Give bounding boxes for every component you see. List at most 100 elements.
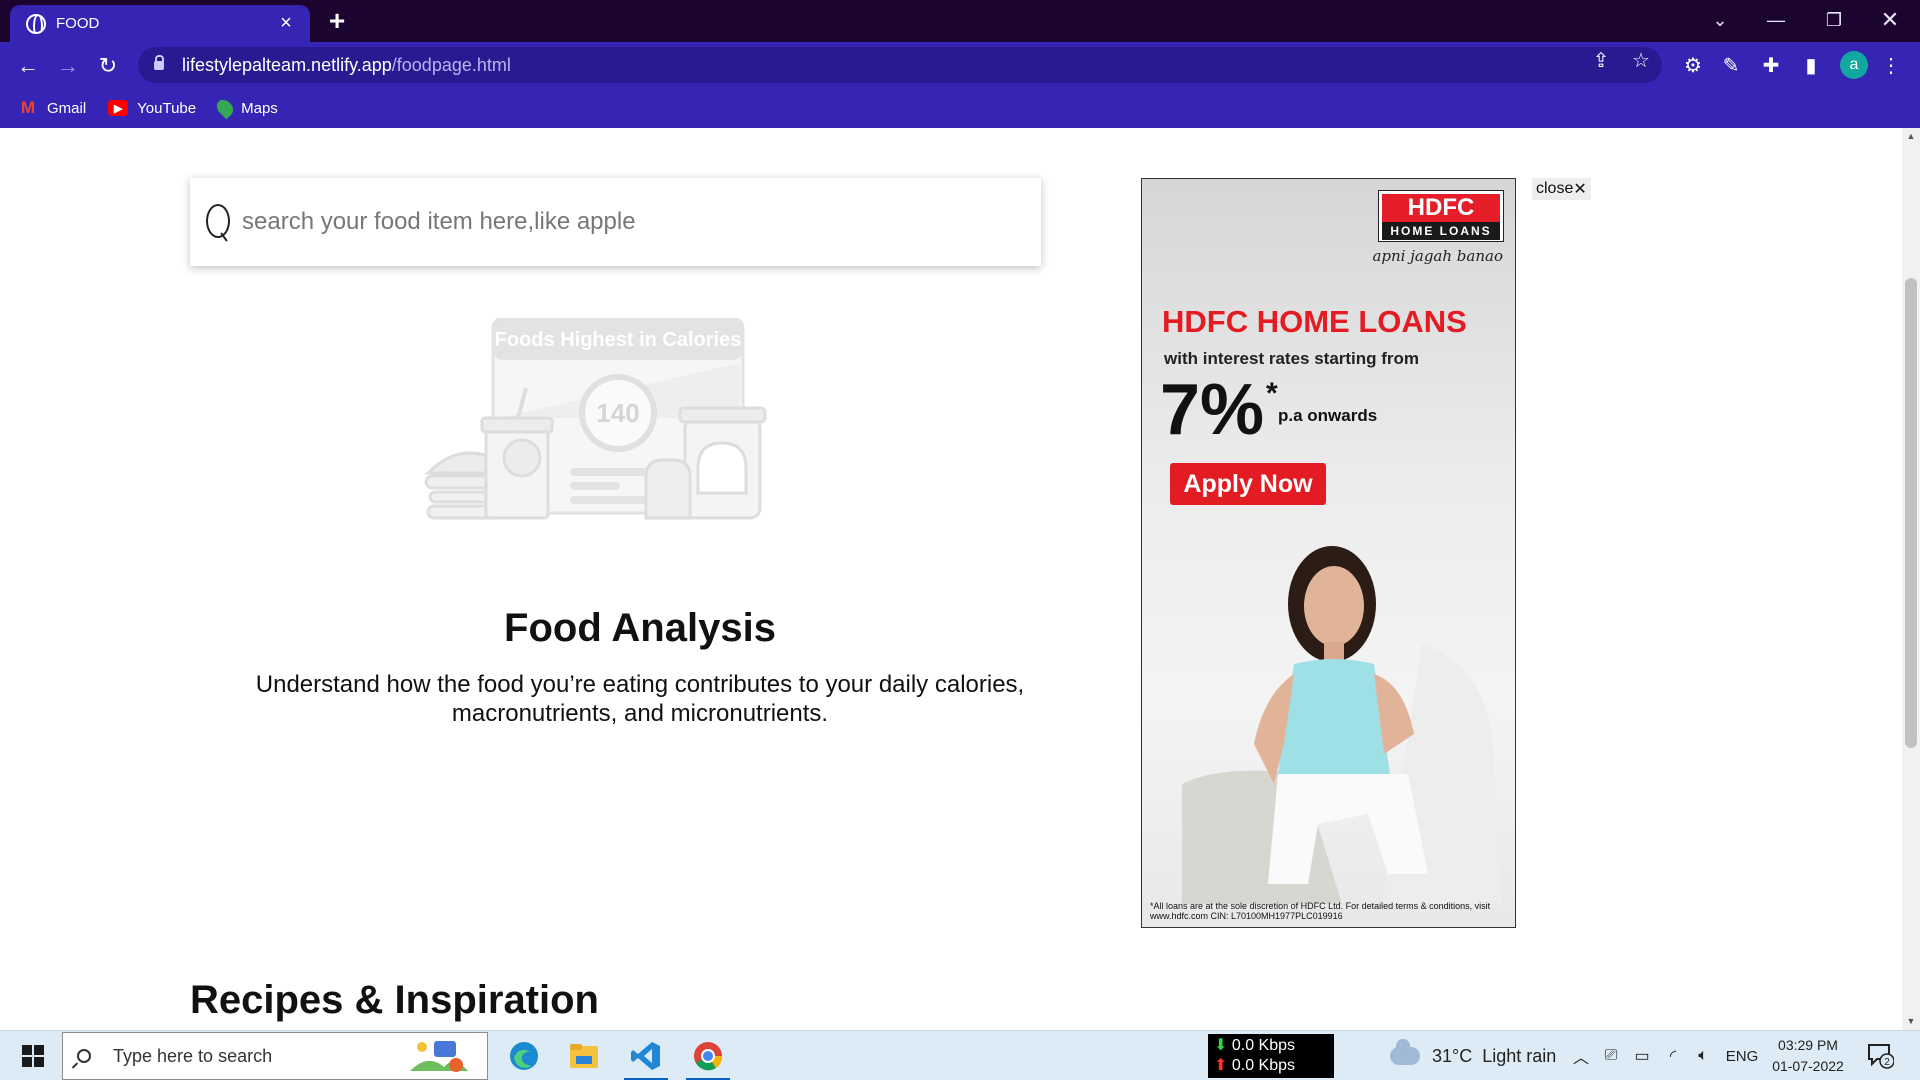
- profile-avatar[interactable]: a: [1840, 51, 1868, 79]
- lock-icon: [154, 54, 164, 70]
- bookmark-star-icon[interactable]: ☆: [1628, 48, 1654, 73]
- forward-button[interactable]: →: [52, 50, 84, 82]
- battery-icon[interactable]: ▭: [1628, 1031, 1656, 1080]
- close-icon: ✕: [1573, 181, 1587, 198]
- description-line: Understand how the food you’re eating co…: [255, 671, 1025, 698]
- page-title: Food Analysis: [504, 606, 776, 650]
- browser-tab-strip: FOOD × + ⌄ — ❐ ✕: [0, 0, 1920, 42]
- folder-icon: [570, 1044, 598, 1068]
- ad-rate-asterisk: *: [1266, 377, 1278, 410]
- edge-app-icon[interactable]: [494, 1031, 554, 1080]
- food-calories-illustration: Foods Highest in Calories 140: [424, 318, 767, 520]
- window-close-button[interactable]: ✕: [1862, 0, 1918, 40]
- ad-fine-print: *All loans are at the sole discretion of…: [1150, 901, 1491, 921]
- restore-button[interactable]: ❐: [1806, 0, 1862, 40]
- clock-date: 01-07-2022: [1772, 1058, 1844, 1074]
- search-icon: [77, 1049, 91, 1063]
- globe-icon: [26, 13, 46, 34]
- search-icon: [206, 202, 232, 242]
- side-panel-icon[interactable]: ▮: [1796, 50, 1826, 80]
- vscode-icon: [631, 1042, 660, 1070]
- rain-cloud-icon: [1390, 1039, 1420, 1065]
- food-search-input[interactable]: [242, 208, 1002, 236]
- clock-time: 03:29 PM: [1778, 1037, 1838, 1053]
- ad-tagline: apni jagah banao: [1372, 247, 1503, 265]
- hdfc-logo-subtext: HOME LOANS: [1382, 222, 1500, 240]
- illustration-banner-text: Foods Highest in Calories: [495, 329, 742, 351]
- food-search-box[interactable]: [190, 178, 1041, 266]
- language-indicator[interactable]: ENG: [1722, 1031, 1762, 1080]
- taskbar-search-placeholder: Type here to search: [113, 1045, 273, 1066]
- maps-pin-icon: [213, 96, 237, 120]
- ad-close-button[interactable]: close ✕: [1532, 178, 1591, 200]
- system-clock[interactable]: 03:29 PM 01-07-2022: [1766, 1035, 1850, 1077]
- weather-widget[interactable]: 31°C Light rain: [1390, 1031, 1556, 1080]
- illustration-gauge-value: 140: [596, 398, 639, 428]
- net-up-value: 0.0 Kbps: [1231, 1057, 1296, 1074]
- back-button[interactable]: ←: [12, 50, 44, 82]
- news-widget-icon[interactable]: [408, 1037, 470, 1077]
- description-line: macronutrients, and micronutrients.: [451, 700, 829, 727]
- browser-tab-active[interactable]: FOOD ×: [10, 5, 310, 42]
- tab-search-chevron-icon[interactable]: ⌄: [1692, 0, 1748, 40]
- bookmark-youtube[interactable]: ▶ YouTube: [108, 100, 196, 117]
- extension-gear-icon[interactable]: ⚙: [1678, 50, 1708, 80]
- scroll-down-arrow-icon[interactable]: ▼: [1902, 1013, 1920, 1030]
- notification-center-icon[interactable]: 2: [1866, 1041, 1894, 1069]
- file-explorer-app-icon[interactable]: [554, 1031, 614, 1080]
- chrome-icon: [694, 1042, 723, 1071]
- windows-logo-icon: [22, 1045, 44, 1067]
- extensions-puzzle-icon[interactable]: ✚: [1756, 50, 1786, 80]
- tab-close-icon[interactable]: ×: [276, 12, 296, 35]
- page-description: Understand how the food you’re eating co…: [190, 670, 1090, 728]
- wifi-icon[interactable]: ◜: [1660, 1031, 1686, 1080]
- ad-model-photo: [1182, 546, 1502, 904]
- vscode-app-icon[interactable]: [616, 1031, 676, 1080]
- bookmark-label: YouTube: [137, 99, 197, 117]
- hdfc-logo: HDFC HOME LOANS: [1378, 190, 1504, 242]
- reload-button[interactable]: ↻: [92, 50, 124, 82]
- page-scrollbar[interactable]: ▲ ▼: [1902, 128, 1920, 1030]
- tab-title: FOOD: [56, 15, 100, 32]
- youtube-icon: ▶: [108, 100, 129, 116]
- bookmarks-bar: M Gmail ▶ YouTube Maps: [0, 88, 1920, 128]
- recipes-section-heading: Recipes & Inspiration: [190, 978, 599, 1022]
- page-content: Foods Highest in Calories 140 Food Analy…: [0, 128, 1920, 1030]
- menu-kebab-icon[interactable]: ⋮: [1876, 50, 1906, 80]
- network-speed-meter: ⬇ 0.0 Kbps ⬆ 0.0 Kbps: [1208, 1034, 1334, 1078]
- extension-pen-icon[interactable]: ✎: [1716, 50, 1746, 80]
- ad-rate-suffix: p.a onwards: [1278, 406, 1378, 425]
- bookmark-maps[interactable]: Maps: [213, 96, 278, 120]
- url-path: /foodpage.html: [391, 54, 511, 75]
- scrollbar-thumb[interactable]: [1905, 278, 1917, 748]
- upload-arrow-icon: ⬆: [1214, 1057, 1228, 1074]
- new-tab-button[interactable]: +: [322, 6, 352, 36]
- download-arrow-icon: ⬇: [1214, 1037, 1228, 1054]
- chrome-app-icon[interactable]: [678, 1031, 738, 1080]
- weather-text: 31°C Light rain: [1432, 1045, 1557, 1066]
- bookmark-label: Gmail: [47, 99, 87, 117]
- bookmark-gmail[interactable]: M Gmail: [18, 98, 87, 117]
- apply-now-button[interactable]: Apply Now: [1170, 463, 1326, 505]
- url-host: lifestylepalteam.netlify.app: [182, 54, 392, 75]
- scroll-up-arrow-icon[interactable]: ▲: [1902, 128, 1920, 145]
- ad-close-label: close: [1536, 180, 1574, 197]
- notification-count: 2: [1884, 1057, 1890, 1068]
- net-down-value: 0.0 Kbps: [1231, 1037, 1296, 1054]
- ad-headline: HDFC HOME LOANS: [1162, 304, 1467, 339]
- edge-icon: [510, 1042, 538, 1070]
- meet-now-icon[interactable]: ⎚: [1598, 1031, 1624, 1080]
- bookmark-label: Maps: [241, 99, 278, 117]
- share-icon[interactable]: ⇪: [1588, 48, 1614, 73]
- minimize-button[interactable]: —: [1748, 0, 1804, 40]
- windows-taskbar: Type here to search ⬇ 0.0 Kbps ⬆ 0.0 Kbp…: [0, 1030, 1920, 1080]
- hdfc-logo-text: HDFC: [1407, 194, 1475, 221]
- browser-toolbar: ← → ↻ lifestylepalteam.netlify.app/foodp…: [0, 42, 1920, 88]
- volume-icon[interactable]: 🔈︎: [1690, 1031, 1716, 1080]
- address-bar[interactable]: lifestylepalteam.netlify.app/foodpage.ht…: [138, 47, 1662, 83]
- gmail-icon: M: [20, 98, 36, 117]
- start-button[interactable]: [10, 1031, 56, 1080]
- ad-interest-rate: 7%: [1160, 370, 1265, 450]
- hdfc-advertisement[interactable]: HDFC HOME LOANS apni jagah banao HDFC HO…: [1141, 178, 1516, 928]
- show-hidden-icons-chevron-icon[interactable]: ︿: [1568, 1031, 1594, 1080]
